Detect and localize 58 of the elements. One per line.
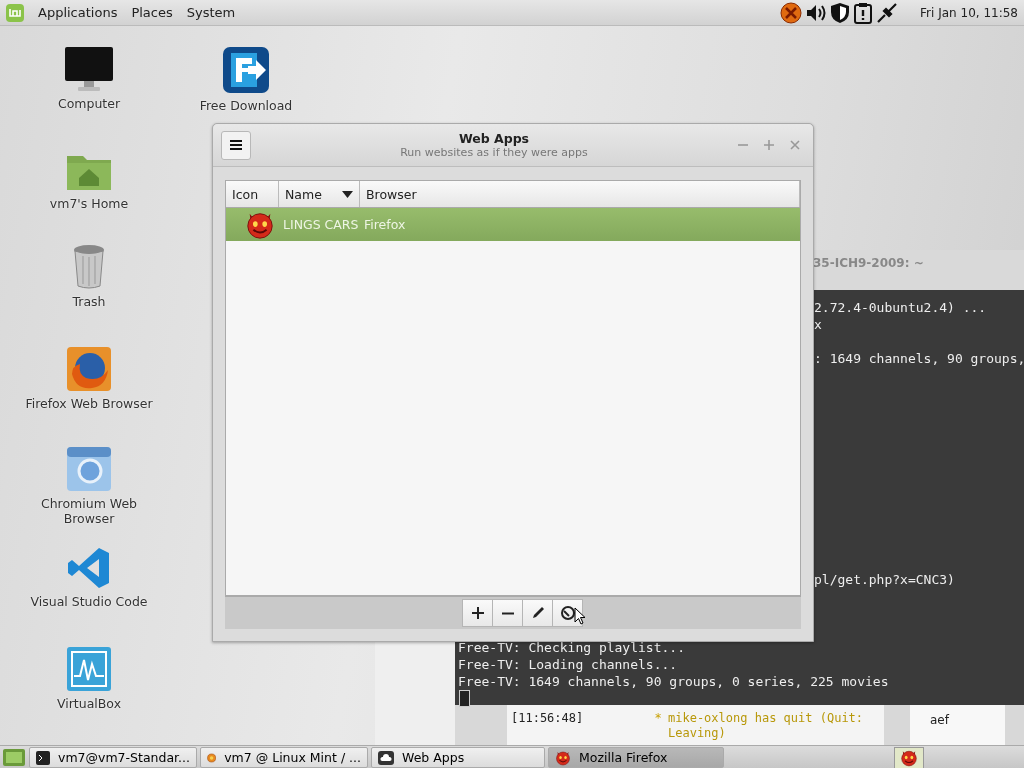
add-button[interactable]: [462, 599, 493, 627]
devil-tray-icon: [900, 748, 918, 767]
firefox-icon: [66, 346, 112, 392]
terminal-line: Free-TV: Checking playlist...: [458, 639, 685, 656]
download-manager-icon: [222, 46, 270, 94]
terminal-line: : 1649 channels, 90 groups,: [814, 350, 1024, 367]
trash-icon: [72, 244, 106, 290]
clock[interactable]: Fri Jan 10, 11:58: [920, 5, 1018, 20]
minus-icon: [499, 611, 516, 615]
window-subtitle: Run websites as if they were apps: [400, 146, 588, 159]
devil-tray-icon[interactable]: [780, 1, 803, 24]
desktop-icon-label[interactable]: vm7's Home: [49, 196, 129, 211]
desktop-icon-label[interactable]: Firefox Web Browser: [25, 396, 153, 411]
terminal-icon: [36, 750, 50, 765]
desktop-icon-label[interactable]: Chromium Web Browser: [19, 496, 159, 526]
desktop-icon-label[interactable]: Free Download: [199, 98, 293, 113]
shield-icon[interactable]: [830, 1, 851, 24]
desktop-icon-label[interactable]: Trash: [72, 294, 106, 309]
column-header[interactable]: Icon: [226, 181, 279, 207]
clipboard-alert-icon[interactable]: [853, 1, 874, 24]
terminal-line: Free-TV: 1649 channels, 90 groups, 0 series, 225 movies: [458, 673, 889, 690]
menu-button[interactable]: [221, 130, 251, 160]
taskbar-button[interactable]: Mozilla Firefox: [548, 747, 724, 768]
cloud-icon: [378, 750, 394, 765]
monitor-icon: [64, 46, 114, 92]
column-header[interactable]: Name: [279, 181, 360, 207]
panel-menu[interactable]: Applications: [38, 5, 118, 20]
edit-button[interactable]: [522, 599, 553, 627]
desktop-icon-label[interactable]: VirtualBox: [56, 696, 122, 711]
column-header[interactable]: Browser: [360, 181, 800, 207]
terminal-line: 2.72.4-0ubuntu2.4) ...: [814, 299, 987, 316]
desktop-icon-label[interactable]: Visual Studio Code: [30, 594, 148, 609]
panel-menu[interactable]: System: [186, 5, 236, 20]
sort-arrow-icon: [342, 190, 353, 198]
virtualbox-icon: [66, 646, 112, 692]
taskbar-button[interactable]: vm7@vm7-Standar...: [29, 747, 197, 768]
app-browser: Firefox: [363, 217, 407, 232]
desktop-icon-label[interactable]: Computer: [57, 96, 121, 111]
terminal-line: x: [814, 316, 822, 333]
code-editor-icon: [67, 546, 111, 590]
user-list-item[interactable]: aef: [910, 705, 1005, 745]
network-plug-icon[interactable]: [876, 1, 899, 24]
taskbar-button[interactable]: Web Apps: [371, 747, 545, 768]
window-title: Web Apps: [458, 131, 530, 146]
chromium-icon: [66, 446, 112, 492]
taskbar-button[interactable]: vm7 @ Linux Mint / ...: [200, 747, 368, 768]
text-cursor: [459, 690, 470, 707]
terminal-line: Free-TV: Loading channels...: [458, 656, 678, 673]
devil-icon: [555, 749, 571, 766]
message-time: [11:56:48]: [507, 705, 652, 745]
message-marker: *: [652, 705, 664, 745]
panel-menu[interactable]: Places: [131, 5, 173, 20]
plus-icon: [469, 605, 486, 621]
terminal-line: pl/get.php?x=CNC3): [814, 571, 955, 588]
app-name: LINGS CARS: [282, 217, 360, 232]
chat-message: mike-oxlong has quit (Quit: Leaving): [664, 705, 884, 745]
mouse-pointer-icon: [574, 607, 586, 625]
menu-icon: [230, 140, 242, 150]
